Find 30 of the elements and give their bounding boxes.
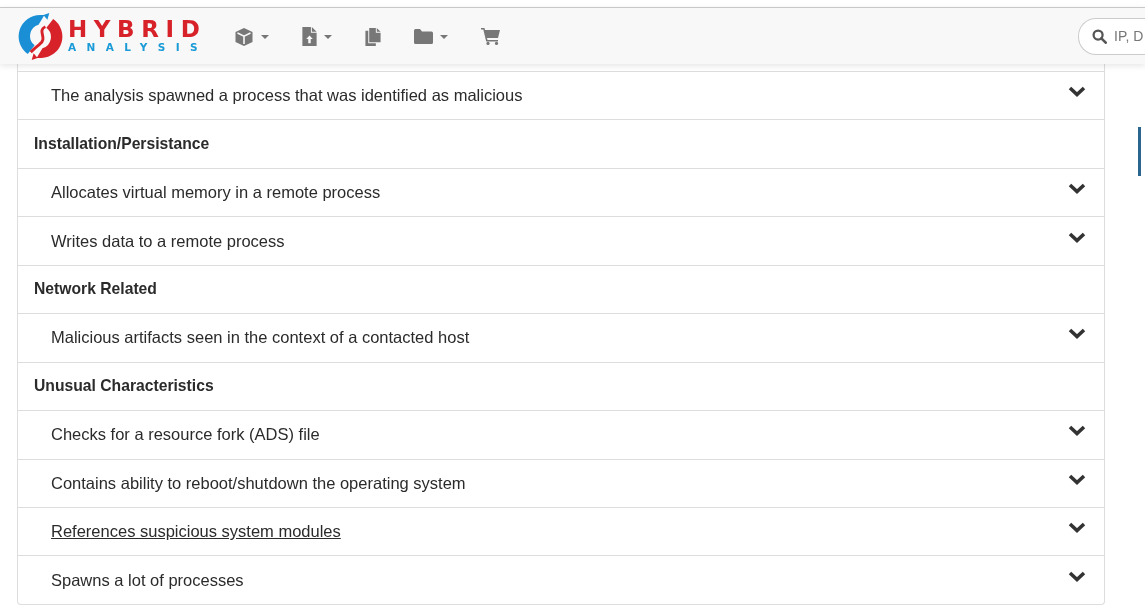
signature-row[interactable]: Malicious artifacts seen in the context of a contacted host: [18, 313, 1104, 362]
signature-row[interactable]: Spawns a lot of processes: [18, 555, 1104, 604]
signature-row[interactable]: Checks for a resource fork (ADS) file: [18, 410, 1104, 459]
category-heading: Installation/Persistance: [34, 135, 210, 154]
signature-title: Spawns a lot of processes: [51, 570, 244, 590]
signature-title: Contains ability to reboot/shutdown the operating system: [51, 473, 466, 493]
signature-title: Checks for a resource fork (ADS) file: [51, 425, 320, 445]
search-field[interactable]: IP, D: [1078, 17, 1145, 55]
signature-row[interactable]: The analysis spawned a process that was identified as malicious: [18, 71, 1104, 120]
swirl-logo-icon: [18, 12, 63, 60]
cart-icon: [480, 28, 500, 45]
caret-icon: [260, 34, 269, 39]
folder-icon: [413, 29, 433, 44]
copy-icon: [364, 27, 381, 46]
signature-row[interactable]: Allocates virtual memory in a remote process: [18, 167, 1104, 217]
signature-title: References suspicious system modules: [51, 522, 341, 542]
category-heading: Network Related: [34, 280, 157, 299]
signature-row[interactable]: References suspicious system modules: [18, 506, 1104, 556]
signature-title: Writes data to a remote process: [51, 231, 285, 251]
category-heading: Unusual Characteristics: [34, 377, 214, 396]
file-upload-icon: [301, 27, 317, 46]
section-indicator: [1138, 127, 1141, 176]
cube-icon: [233, 26, 254, 47]
signature-title: Malicious artifacts seen in the context of a contacted host: [51, 328, 470, 348]
signature-title: Allocates virtual memory in a remote process: [51, 183, 381, 203]
caret-icon: [439, 34, 448, 39]
signature-row[interactable]: Contains ability to reboot/shutdown the operating system: [18, 458, 1104, 507]
signature-title: The analysis spawned a process that was identified as malicious: [51, 86, 523, 106]
caret-icon: [323, 34, 332, 39]
signature-row[interactable]: Writes data to a remote process: [18, 216, 1104, 265]
